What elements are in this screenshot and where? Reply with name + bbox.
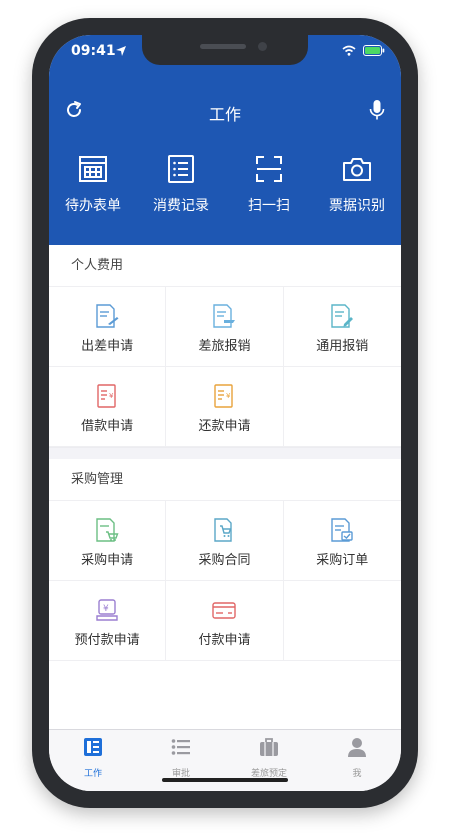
quick-actions: 待办表单 消费记录 扫一扫 票据识别 (49, 153, 401, 233)
grid-item-loan-request[interactable]: ¥ 借款申请 (49, 367, 167, 447)
travel-request-icon (96, 304, 119, 328)
quick-todo-forms[interactable]: 待办表单 (49, 153, 137, 233)
quick-label: 待办表单 (65, 198, 121, 214)
section-title: 个人费用 (49, 245, 401, 287)
purchase-request-icon (96, 518, 119, 542)
svg-text:¥: ¥ (226, 392, 231, 400)
general-reimburse-icon (331, 304, 354, 328)
svg-text:¥: ¥ (103, 604, 109, 614)
grid-item-label: 付款申请 (198, 633, 251, 648)
grid-empty-cell (283, 367, 401, 447)
approval-icon (171, 739, 190, 755)
loan-request-icon: ¥ (97, 384, 116, 408)
grid-item-label: 采购合同 (198, 553, 251, 568)
purchase-contract-icon (214, 518, 233, 542)
repay-request-icon: ¥ (214, 384, 234, 408)
page-title: 工作 (208, 105, 241, 124)
payment-request-icon (212, 602, 237, 619)
status-time: 09:41 (71, 43, 116, 59)
location-arrow-icon (116, 46, 126, 56)
grid-item-prepay-request[interactable]: ¥ 预付款申请 (49, 581, 167, 661)
grid-item-general-reimburse[interactable]: 通用报销 (283, 287, 401, 367)
quick-label: 扫一扫 (248, 198, 290, 214)
phone-frame: 09:41 工作 待办表单 消费记录 扫一扫 票据识别 个人费用 出差申请 差旅… (32, 18, 418, 808)
tab-work[interactable]: 工作 (49, 730, 137, 791)
personal-expenses-grid: 出差申请 差旅报销 通用报销 ¥ 借款申请 ¥ 还款申请 (49, 287, 401, 447)
tab-me[interactable]: 我 (313, 730, 401, 791)
tab-label: 工作 (83, 769, 102, 779)
grid-item-purchase-contract[interactable]: 采购合同 (166, 501, 284, 581)
grid-item-label: 采购订单 (316, 553, 369, 568)
grid-item-label: 采购申请 (81, 553, 134, 568)
grid-item-label: 预付款申请 (74, 633, 140, 648)
status-bar: 09:41 (49, 35, 401, 65)
form-icon (79, 156, 107, 182)
grid-item-label: 还款申请 (198, 419, 251, 434)
quick-label: 票据识别 (329, 198, 385, 214)
home-indicator[interactable] (162, 778, 288, 782)
suitcase-icon (260, 738, 278, 756)
grid-item-repay-request[interactable]: ¥ 还款申请 (166, 367, 284, 447)
purchase-order-icon (331, 518, 353, 542)
grid-item-label: 借款申请 (81, 419, 134, 434)
main-content: 个人费用 出差申请 差旅报销 通用报销 ¥ 借款申请 ¥ 还款申请 采购管理 采… (49, 245, 401, 729)
grid-item-payment-request[interactable]: 付款申请 (166, 581, 284, 661)
purchase-management-grid: 采购申请 采购合同 采购订单 ¥ 预付款申请 付款申请 (49, 501, 401, 661)
grid-item-travel-reimburse[interactable]: 差旅报销 (166, 287, 284, 367)
grid-empty-cell (283, 581, 401, 661)
travel-reimburse-icon (213, 304, 236, 328)
grid-item-label: 差旅报销 (198, 339, 251, 354)
section-divider (49, 447, 401, 459)
quick-scan[interactable]: 扫一扫 (225, 153, 313, 233)
svg-text:¥: ¥ (109, 392, 114, 400)
prepay-request-icon: ¥ (96, 599, 118, 621)
grid-item-label: 通用报销 (316, 339, 369, 354)
tab-label: 我 (352, 769, 362, 779)
scan-icon (256, 156, 282, 182)
wifi-icon (342, 45, 356, 56)
quick-label: 消费记录 (153, 198, 209, 214)
grid-item-travel-request[interactable]: 出差申请 (49, 287, 167, 367)
grid-item-purchase-order[interactable]: 采购订单 (283, 501, 401, 581)
navbar: 工作 (49, 93, 401, 129)
list-icon (168, 155, 194, 183)
quick-receipt-recognition[interactable]: 票据识别 (313, 153, 401, 233)
microphone-icon[interactable] (367, 99, 387, 121)
person-icon (348, 738, 366, 757)
battery-icon (363, 45, 385, 56)
screen: 09:41 工作 待办表单 消费记录 扫一扫 票据识别 个人费用 出差申请 差旅… (49, 35, 401, 791)
work-icon (84, 738, 102, 756)
grid-item-label: 出差申请 (81, 339, 134, 354)
section-title: 采购管理 (49, 459, 401, 501)
quick-spending-records[interactable]: 消费记录 (137, 153, 225, 233)
grid-item-purchase-request[interactable]: 采购申请 (49, 501, 167, 581)
camera-icon (343, 158, 371, 181)
